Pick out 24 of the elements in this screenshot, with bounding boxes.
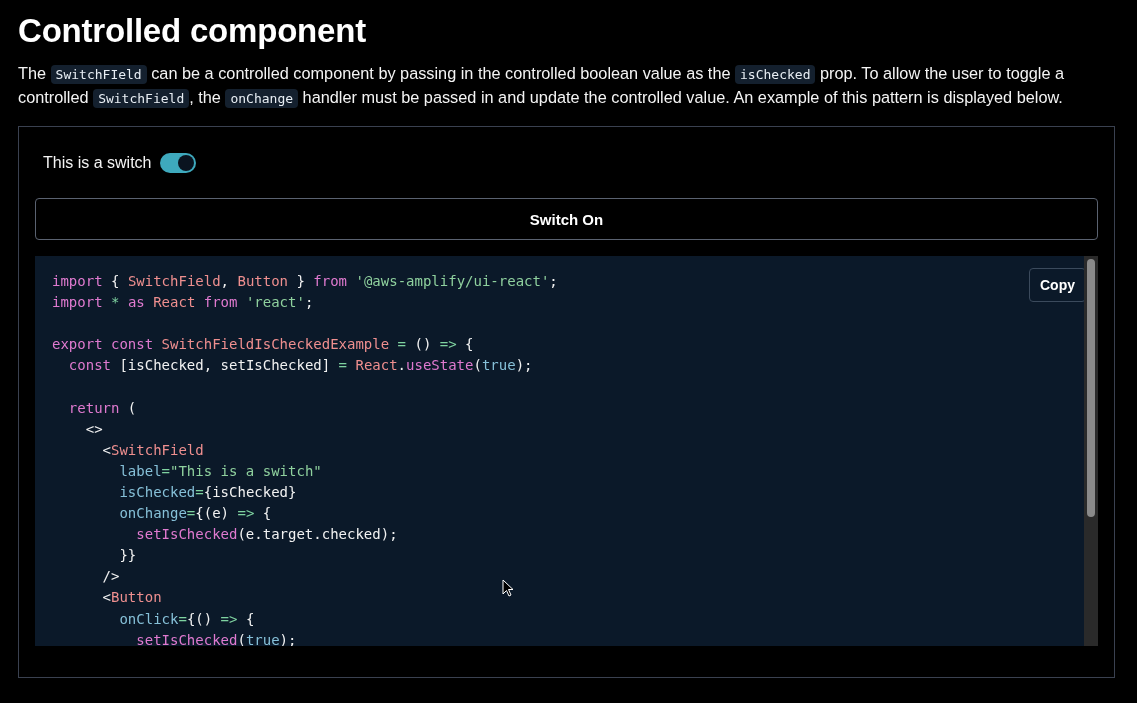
code-line: isChecked={isChecked} <box>118 482 297 502</box>
description-paragraph: The SwitchFIeld can be a controlled component by passing in the controlled boolean value as the isChecked prop. To allow the user to toggle a controlled SwitchField , the onChange handler must be passed in and update the controlled value. An example of this pattern is displayed below. <box>18 63 1066 109</box>
code-line: label="This is a switch" <box>118 461 322 481</box>
code-line: const [isChecked, setIsChecked] = React.useState(true); <box>67 356 533 376</box>
mouse-pointer-icon <box>502 579 514 597</box>
code-line: }} <box>118 546 137 566</box>
code-line: <SwitchField <box>101 440 204 460</box>
code-line: import { SwitchField, Button } from '@aws-amplify/ui-react'; <box>52 272 558 291</box>
code-line: export const SwitchFieldIsCheckedExample = () => { <box>52 335 474 355</box>
switch-label: This is a switch <box>43 154 152 172</box>
code-line: setIsChecked(e.target.checked); <box>135 525 398 545</box>
code-line: onClick={() => { <box>118 609 255 629</box>
code-line: return ( <box>67 398 137 418</box>
code-line: import * as React from 'react'; <box>52 293 314 313</box>
code-line: <> <box>84 419 103 439</box>
switch-on-button[interactable]: Switch On <box>35 198 1098 240</box>
code-line: /> <box>101 567 120 587</box>
code-line: setIsChecked(true); <box>135 630 297 646</box>
code-line: onChange={(e) => { <box>118 504 272 524</box>
code-line: <Button <box>101 588 162 608</box>
scrollbar[interactable] <box>1084 256 1098 646</box>
copy-button[interactable]: Copy <box>1029 268 1086 302</box>
toggle-switch[interactable] <box>160 153 197 173</box>
page-heading: Controlled component <box>17 11 367 47</box>
